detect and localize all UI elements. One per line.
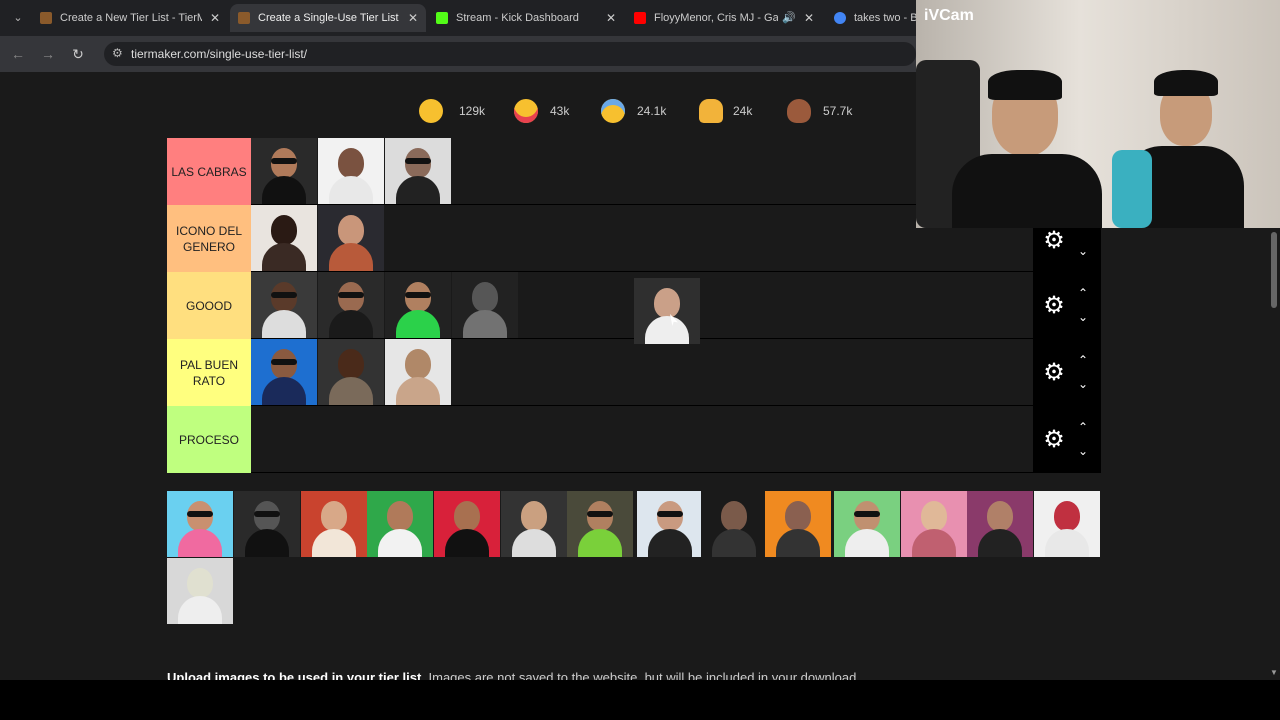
settings-gear-icon[interactable]: ⚙ xyxy=(1041,360,1067,386)
tier-label[interactable]: PROCESO xyxy=(167,406,251,473)
tab-title: takes two - Bu xyxy=(854,12,916,24)
settings-gear-icon[interactable]: ⚙ xyxy=(1041,228,1067,254)
speaker-icon[interactable]: 🔊 xyxy=(782,4,796,32)
tab-search-icon[interactable]: ⌄ xyxy=(8,8,28,28)
artist-tile[interactable] xyxy=(901,491,967,557)
reaction-count: 24k xyxy=(733,104,753,118)
toy-figure xyxy=(1112,150,1152,228)
tier-controls-row: ⚙ ⌃ ⌄ xyxy=(1033,339,1101,406)
reaction-count: 129k xyxy=(459,104,486,118)
artist-tile[interactable] xyxy=(167,491,233,557)
tab-title: Create a New Tier List - TierMaker xyxy=(60,12,202,24)
tier-controls-row: ⚙ ⌃ ⌄ xyxy=(1033,272,1101,339)
artist-tile[interactable] xyxy=(701,491,767,557)
settings-gear-icon[interactable]: ⚙ xyxy=(1041,427,1067,453)
artist-tile[interactable] xyxy=(501,491,567,557)
artist-tile[interactable] xyxy=(1034,491,1100,557)
tier-label[interactable]: LAS CABRAS xyxy=(167,138,251,205)
bottom-black-bar xyxy=(0,680,1280,720)
artist-tile[interactable] xyxy=(167,558,233,624)
webcam-person-left xyxy=(952,70,1102,228)
scrollbar-thumb[interactable] xyxy=(1271,232,1277,308)
tab-title: Stream - Kick Dashboard xyxy=(456,12,579,24)
artist-tile[interactable] xyxy=(967,491,1033,557)
artist-tile[interactable] xyxy=(251,205,317,271)
tier-row: PROCESO xyxy=(167,406,1101,473)
youtube-favicon-icon xyxy=(634,12,646,24)
artist-tile[interactable] xyxy=(385,272,451,338)
reaction-count: 43k xyxy=(550,104,570,118)
tab-title: Create a Single-Use Tier List (Pr xyxy=(258,12,400,24)
artist-tile[interactable] xyxy=(567,491,633,557)
artist-tile-placeholder[interactable] xyxy=(452,272,518,338)
artist-tile[interactable] xyxy=(385,339,451,405)
close-tab-icon[interactable]: ✕ xyxy=(804,4,814,32)
tab-google-search[interactable]: takes two - Bu xyxy=(826,4,916,32)
tab-create-new-tier-list[interactable]: Create a New Tier List - TierMaker ✕ xyxy=(32,4,228,32)
forward-icon[interactable]: → xyxy=(38,44,58,64)
close-tab-icon[interactable]: ✕ xyxy=(210,4,220,32)
tier-label[interactable]: GOOOD xyxy=(167,272,251,339)
url-text: tiermaker.com/single-use-tier-list/ xyxy=(131,47,308,61)
artist-tile[interactable] xyxy=(765,491,831,557)
artist-tile[interactable] xyxy=(251,272,317,338)
tab-youtube-video[interactable]: FloyyMenor, Cris MJ - Gata 🔊 ✕ xyxy=(626,4,822,32)
reaction-count: 57.7k xyxy=(823,104,853,118)
tab-single-use-tier-list[interactable]: Create a Single-Use Tier List (Pr ✕ xyxy=(230,4,426,32)
scroll-down-icon[interactable]: ▼ xyxy=(1268,668,1280,677)
artist-tile[interactable] xyxy=(251,339,317,405)
reload-icon[interactable]: ↻ xyxy=(68,44,88,64)
reaction-count: 24.1k xyxy=(637,104,667,118)
artist-tile[interactable] xyxy=(385,138,451,204)
chevron-up-icon[interactable]: ⌃ xyxy=(1073,353,1093,367)
tiermaker-favicon-icon xyxy=(40,12,52,24)
address-bar[interactable]: ⚙ tiermaker.com/single-use-tier-list/ xyxy=(104,42,916,66)
chevron-down-icon[interactable]: ⌄ xyxy=(1073,244,1093,258)
artist-tile[interactable] xyxy=(637,491,703,557)
laughing-crying-face-icon xyxy=(601,99,625,123)
page-scrollbar[interactable]: ▼ xyxy=(1268,228,1280,680)
chevron-down-icon[interactable]: ⌄ xyxy=(1073,310,1093,324)
back-icon[interactable]: ← xyxy=(8,44,28,64)
tier-label[interactable]: PAL BUEN RATO xyxy=(167,339,251,406)
raising-hands-icon xyxy=(699,99,723,123)
artist-tile[interactable] xyxy=(251,138,317,204)
grinning-face-icon xyxy=(419,99,443,123)
tier-label[interactable]: ICONO DEL GENERO xyxy=(167,205,251,272)
heart-eyes-face-icon xyxy=(514,99,538,123)
chevron-up-icon[interactable]: ⌃ xyxy=(1073,286,1093,300)
artist-tile[interactable] xyxy=(318,138,384,204)
artist-tile[interactable] xyxy=(434,491,500,557)
close-tab-icon[interactable]: ✕ xyxy=(408,4,418,32)
dragged-artist-tile[interactable] xyxy=(634,278,700,344)
chevron-down-icon[interactable]: ⌄ xyxy=(1073,377,1093,391)
chevron-up-icon[interactable]: ⌃ xyxy=(1073,420,1093,434)
artist-tile[interactable] xyxy=(301,491,367,557)
artist-tile[interactable] xyxy=(318,272,384,338)
site-info-icon[interactable]: ⚙ xyxy=(112,46,123,60)
artist-tile[interactable] xyxy=(318,339,384,405)
google-favicon-icon xyxy=(834,12,846,24)
poop-icon xyxy=(787,99,811,123)
tab-title: FloyyMenor, Cris MJ - Gata xyxy=(654,12,778,24)
kick-favicon-icon xyxy=(436,12,448,24)
artist-tile[interactable] xyxy=(234,491,300,557)
settings-gear-icon[interactable]: ⚙ xyxy=(1041,293,1067,319)
chevron-down-icon[interactable]: ⌄ xyxy=(1073,444,1093,458)
tab-kick-dashboard[interactable]: Stream - Kick Dashboard ✕ xyxy=(428,4,624,32)
artist-tile[interactable] xyxy=(367,491,433,557)
artist-tile[interactable] xyxy=(834,491,900,557)
webcam-overlay: iVCam xyxy=(916,0,1280,228)
tier-row: PAL BUEN RATO xyxy=(167,339,1101,406)
tier-controls-row: ⚙ ⌄ xyxy=(1033,228,1101,272)
tier-controls-row: ⚙ ⌃ ⌄ xyxy=(1033,406,1101,473)
tiermaker-favicon-icon xyxy=(238,12,250,24)
webcam-watermark: iVCam xyxy=(924,7,974,24)
unranked-image-pool xyxy=(167,491,1101,625)
artist-tile[interactable] xyxy=(318,205,384,271)
close-tab-icon[interactable]: ✕ xyxy=(606,4,616,32)
